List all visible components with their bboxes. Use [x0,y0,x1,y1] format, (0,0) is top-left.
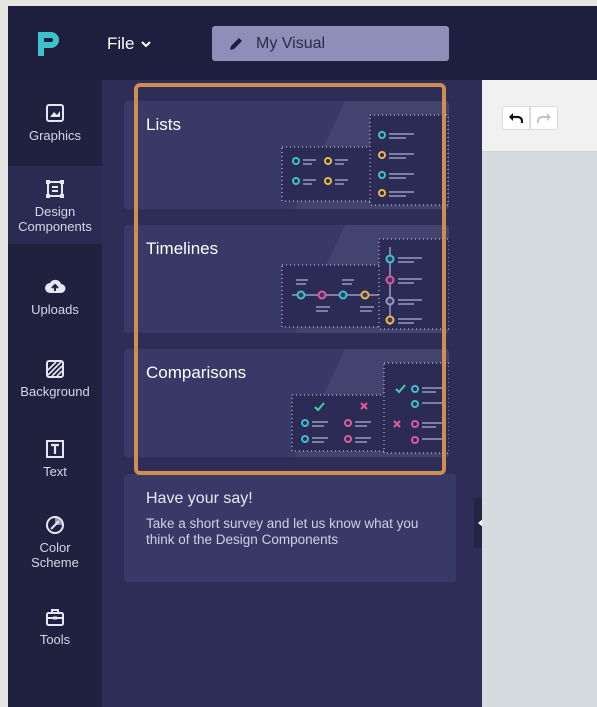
sidebar-item-label: Uploads [31,302,79,317]
design-components-panel: Lists Timelines Comparisons Have your sa… [102,80,482,707]
component-card-title: Comparisons [146,363,247,382]
palette-icon [46,516,64,534]
sidebar-item-label: Components [18,219,92,234]
canvas-toolbar [482,80,597,152]
toolbox-icon [46,609,64,626]
component-card-lists[interactable]: Lists [124,101,449,209]
sidebar-item-label: Background [20,384,90,399]
redo-icon [536,113,551,123]
sidebar-item-label: Color [39,540,71,555]
image-icon [46,104,64,122]
app-logo[interactable] [33,28,61,60]
sidebar-item-label: Tools [39,632,71,647]
pencil-icon [230,37,242,50]
components-icon [46,180,64,198]
undo-button[interactable] [502,106,530,130]
component-card-comparisons[interactable]: Comparisons [124,349,449,457]
sidebar-item-label: Text [43,464,67,479]
sidebar-item-uploads[interactable]: Uploads [8,276,102,317]
timeline-illustration-icon [281,238,449,330]
chevron-down-icon [141,41,152,48]
top-bar: File My Visual [8,6,597,80]
list-illustration-icon [281,114,449,206]
sidebar: Graphics Design Components Uploads Backg… [8,80,102,707]
comparison-illustration-icon [291,362,449,454]
sidebar-item-background[interactable]: Background [8,358,102,399]
app-window: File My Visual Graphics Design Component… [8,6,597,707]
sidebar-item-design-components[interactable]: Design Components [8,166,102,244]
sidebar-item-tools[interactable]: Tools [8,606,102,647]
redo-button[interactable] [530,106,558,130]
document-title: My Visual [256,34,326,52]
cloud-upload-icon [45,279,66,293]
undo-icon [509,113,524,123]
sidebar-item-label: Scheme [31,555,79,570]
text-box-icon [46,440,64,458]
sidebar-item-label: Design [34,204,76,219]
component-card-title: Timelines [146,239,219,258]
sidebar-item-graphics[interactable]: Graphics [8,102,102,143]
file-menu-label: File [107,34,135,53]
component-card-timelines[interactable]: Timelines [124,225,449,333]
document-title-field[interactable]: My Visual [212,26,449,61]
background-pattern-icon [46,360,64,378]
survey-heading: Have your say! [146,490,253,507]
canvas-area[interactable] [482,80,597,707]
file-menu[interactable]: File [107,34,152,54]
sidebar-item-color-scheme[interactable]: Color Scheme [8,514,102,570]
survey-card[interactable]: Have your say! Take a short survey and l… [124,474,456,582]
component-card-title: Lists [146,115,181,134]
survey-body-text: Take a short survey and let us know what… [146,516,419,547]
sidebar-item-label: Graphics [28,128,82,143]
sidebar-item-text[interactable]: Text [8,438,102,479]
